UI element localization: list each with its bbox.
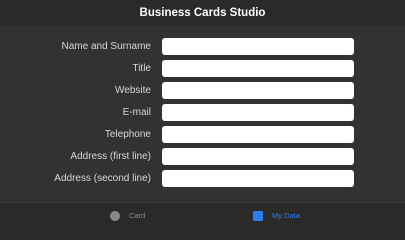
tab-card-label: Card xyxy=(129,211,146,220)
app-title: Business Cards Studio xyxy=(139,7,266,19)
title-field[interactable] xyxy=(162,60,354,77)
square-icon xyxy=(253,210,263,221)
name-label: Name and Surname xyxy=(61,41,152,52)
telephone-label: Telephone xyxy=(104,129,151,140)
form-row-email: E-mail xyxy=(0,104,405,121)
form-row-title: Title xyxy=(0,60,405,77)
title-label: Title xyxy=(132,63,151,74)
form-row-website: Website xyxy=(0,82,405,99)
email-field[interactable] xyxy=(162,104,354,121)
form-row-name: Name and Surname xyxy=(0,38,405,55)
tab-my-data-label: My Data xyxy=(272,211,300,220)
address-first-line-label: Address (first line) xyxy=(70,151,151,162)
tab-my-data[interactable]: My Data xyxy=(253,203,300,228)
tab-card[interactable]: Card xyxy=(110,203,145,228)
website-field[interactable] xyxy=(162,82,354,99)
address-second-line-field[interactable] xyxy=(162,170,354,187)
form-row-telephone: Telephone xyxy=(0,126,405,143)
tab-bar: Card My Data xyxy=(0,202,405,228)
my-data-form: Name and Surname Title Website E-mail Te… xyxy=(0,26,405,202)
title-bar: Business Cards Studio xyxy=(0,0,405,26)
form-row-address-first: Address (first line) xyxy=(0,148,405,165)
form-row-address-second: Address (second line) xyxy=(0,170,405,187)
address-second-line-label: Address (second line) xyxy=(54,173,151,184)
address-first-line-field[interactable] xyxy=(162,148,354,165)
email-label: E-mail xyxy=(122,107,151,118)
telephone-field[interactable] xyxy=(162,126,354,143)
name-field[interactable] xyxy=(162,38,354,55)
website-label: Website xyxy=(115,85,151,96)
circle-icon xyxy=(110,210,120,221)
